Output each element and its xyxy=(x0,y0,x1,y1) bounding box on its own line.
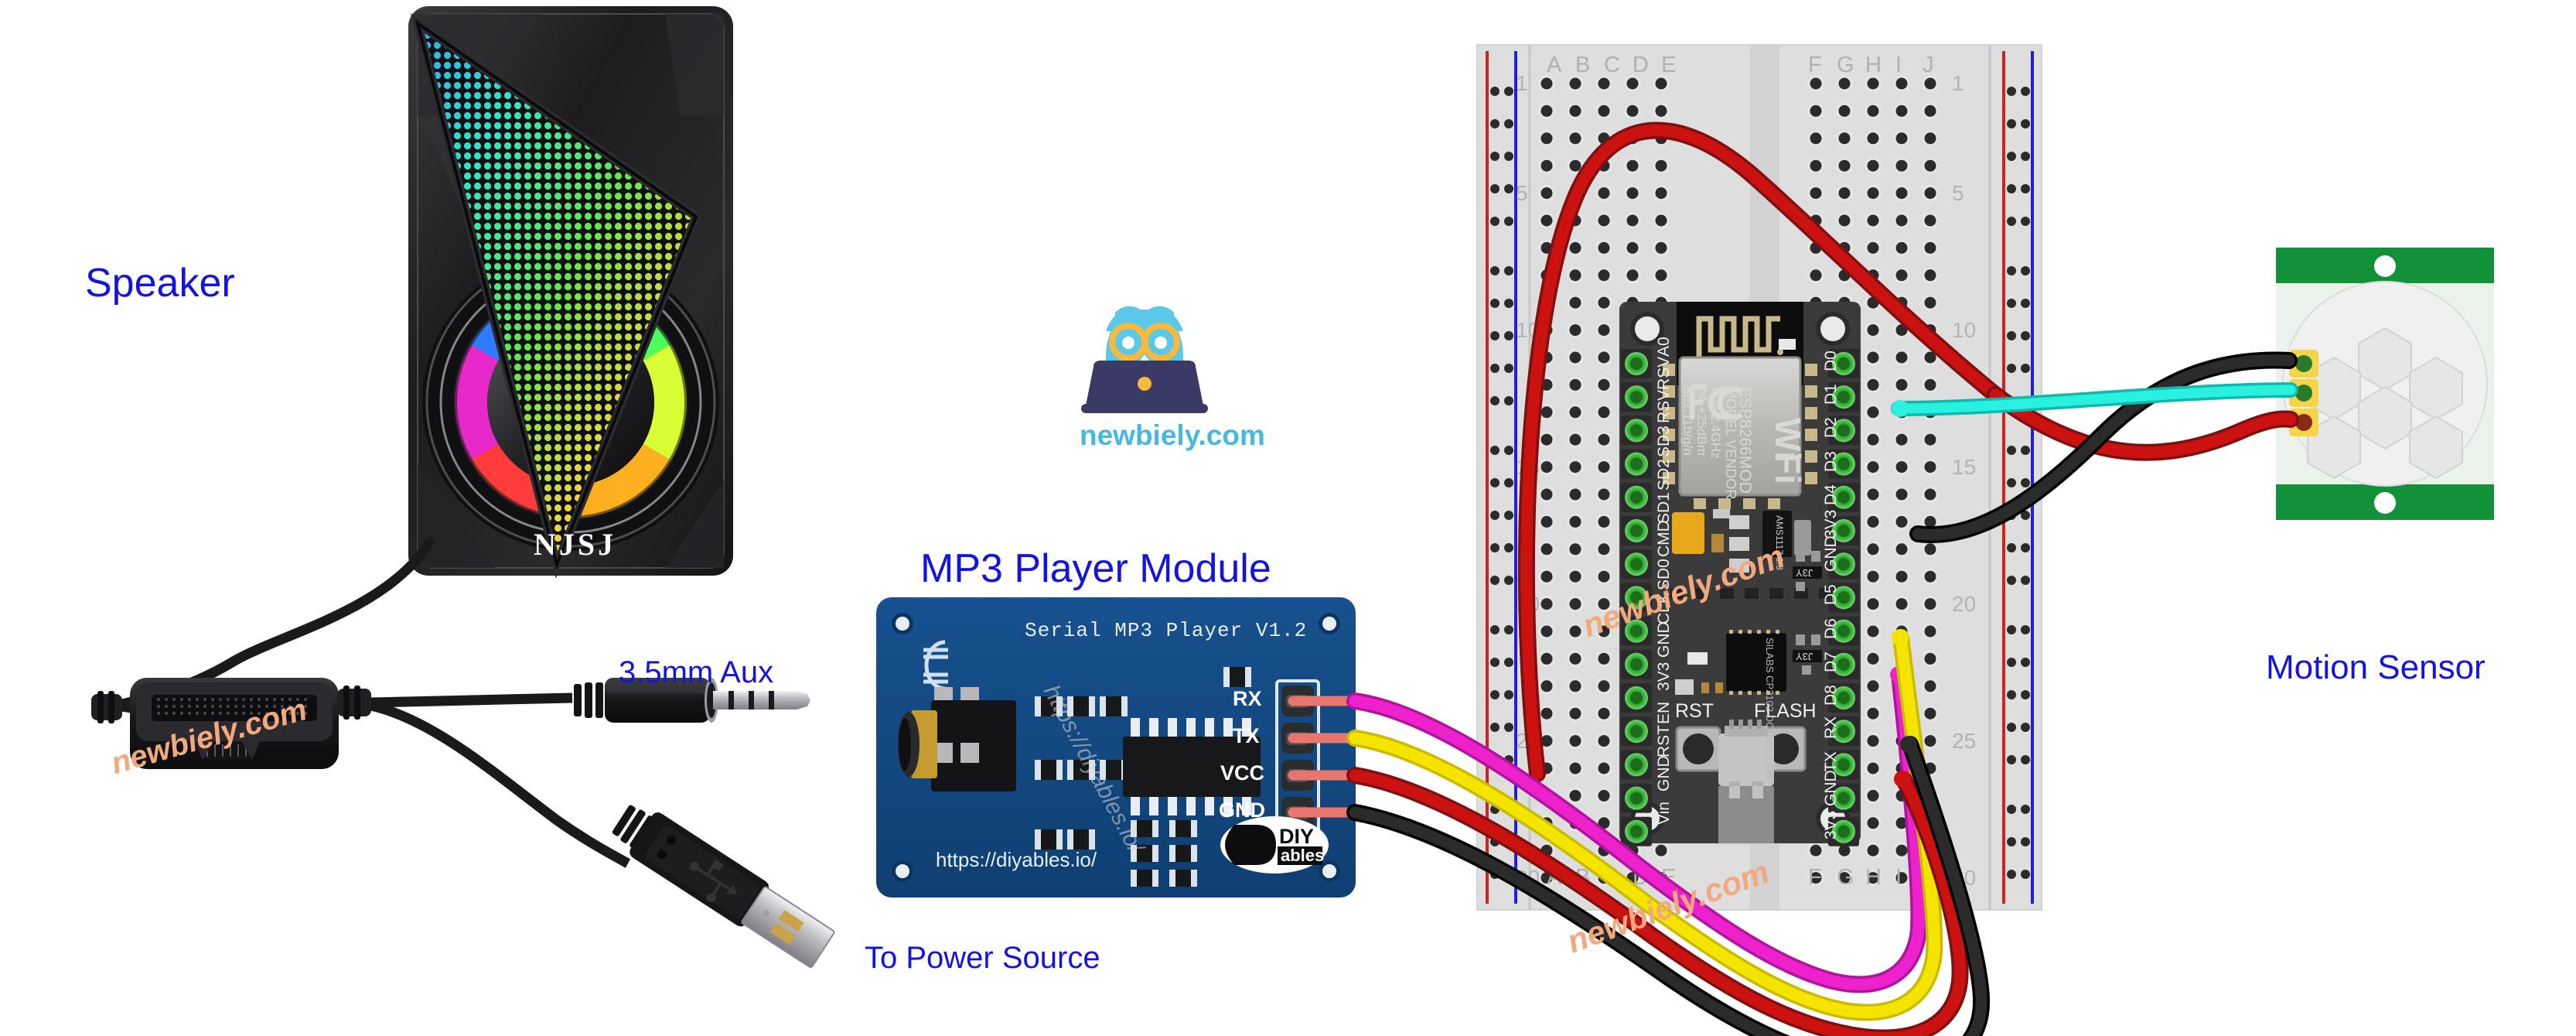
wiring-diagram: Speaker NJSJ 3.5mm Aux To Power Source n… xyxy=(0,0,2576,1036)
wires-layer xyxy=(1346,121,2299,1036)
